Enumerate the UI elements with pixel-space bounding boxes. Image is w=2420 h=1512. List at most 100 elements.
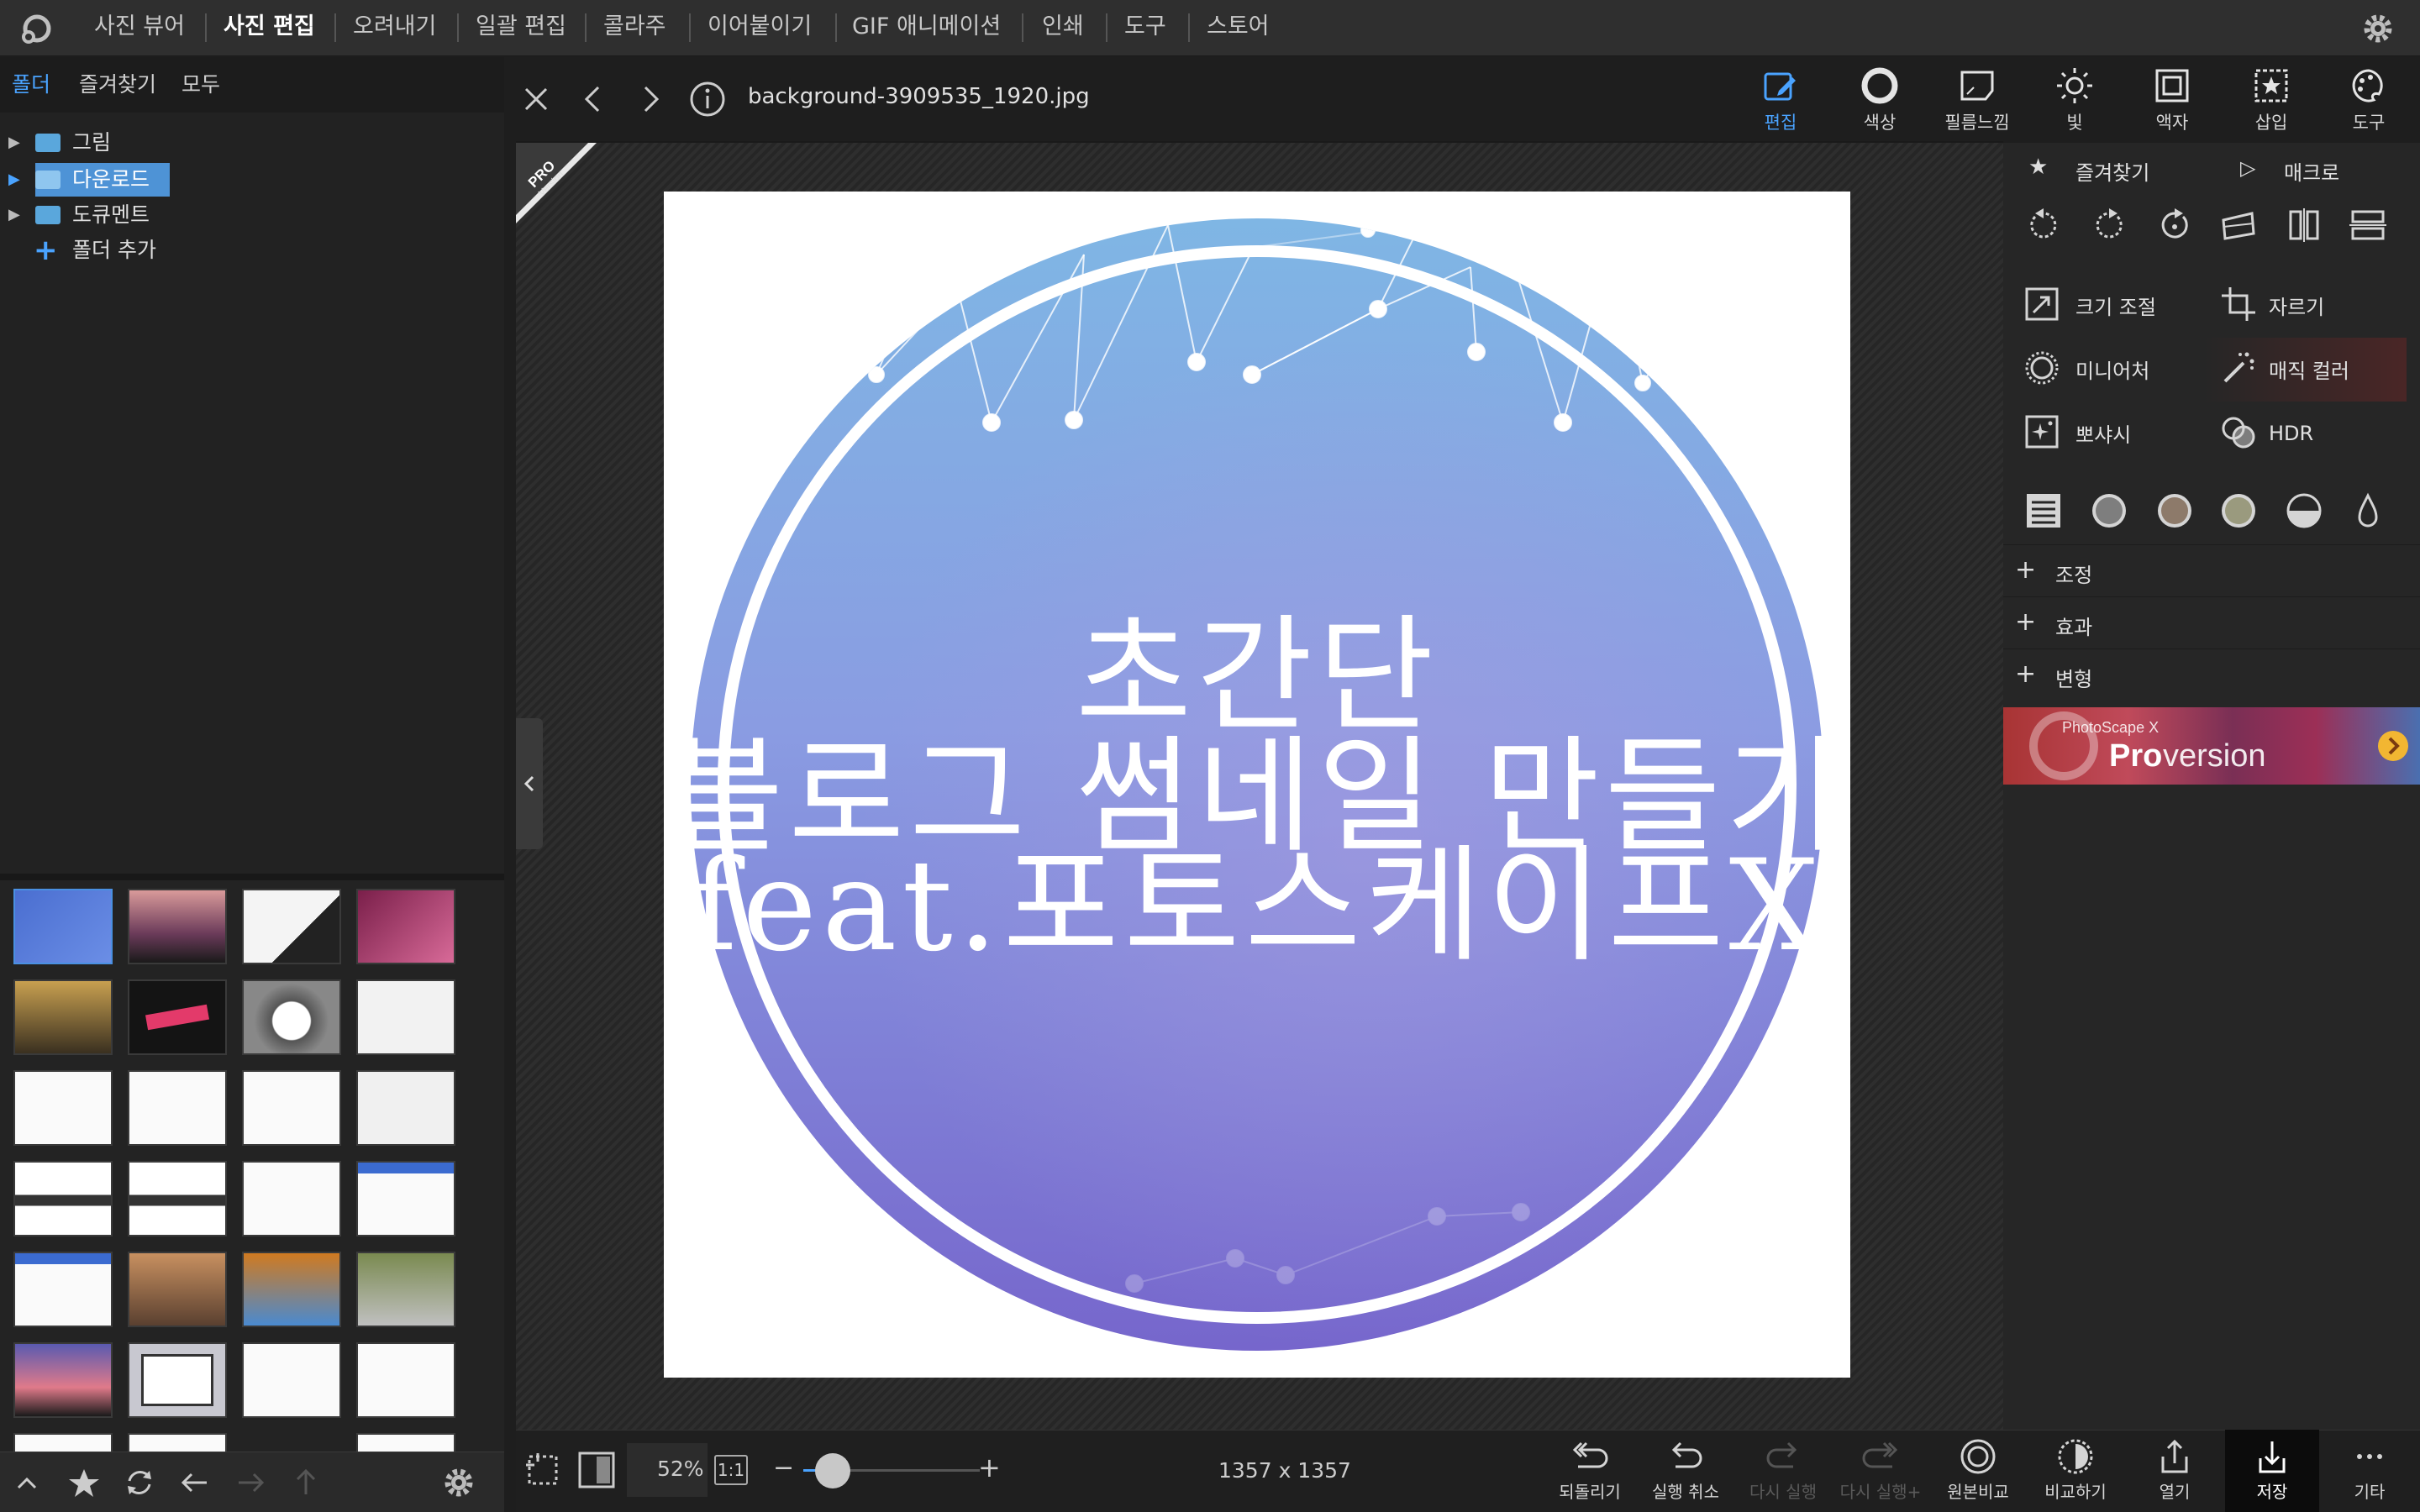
tool-tab-insert[interactable]: 삽입 (2225, 59, 2317, 141)
thumbnail[interactable] (13, 1342, 113, 1418)
info-icon[interactable] (687, 79, 728, 119)
pro-version-banner[interactable]: PhotoScape X Pro version (2003, 707, 2420, 785)
zoom-actual-size-button[interactable]: 1:1 (714, 1455, 748, 1485)
thumbnail[interactable] (242, 979, 341, 1055)
menu-tools[interactable]: 도구 (1124, 0, 1166, 56)
hdr-button[interactable]: HDR (2269, 422, 2313, 445)
folder-tree-item[interactable]: ▶ 도큐멘트 (0, 198, 504, 232)
compare-original-button[interactable]: 원본비교 (1931, 1430, 2025, 1512)
miniature-button[interactable]: 미니어처 (2075, 354, 2149, 384)
add-folder-item[interactable]: + 폴더 추가 (0, 234, 504, 267)
menu-photo-viewer[interactable]: 사진 뷰어 (94, 0, 185, 56)
straighten-icon[interactable] (2218, 205, 2259, 245)
thumbnail[interactable] (242, 1161, 341, 1236)
folder-tree-item[interactable]: ▶ 그림 (0, 126, 504, 160)
filter-warm-icon[interactable] (2218, 491, 2259, 531)
open-button[interactable]: 열기 (2128, 1430, 2222, 1512)
thumbnail[interactable] (128, 1161, 227, 1236)
magic-color-button[interactable]: 매직 컬러 (2269, 354, 2349, 384)
rotate-left-icon[interactable] (2023, 205, 2064, 245)
settings-gear-icon[interactable] (2360, 10, 2396, 47)
thumbnail[interactable] (356, 1252, 455, 1327)
pro-version-badge[interactable]: PRO Version (516, 143, 597, 223)
thumbnail[interactable] (356, 1342, 455, 1418)
zoom-slider-handle[interactable] (815, 1453, 850, 1488)
selection-icon[interactable] (523, 1450, 563, 1490)
section-adjust[interactable]: + 조정 (2003, 544, 2420, 595)
menu-cut-out[interactable]: 오려내기 (353, 0, 436, 56)
tool-tab-frame[interactable]: 액자 (2126, 59, 2218, 141)
next-image-icon[interactable] (630, 79, 671, 119)
rotate-free-icon[interactable] (2154, 205, 2195, 245)
previous-image-icon[interactable] (573, 79, 613, 119)
thumbnail[interactable] (356, 889, 455, 964)
menu-combine[interactable]: 이어붙이기 (708, 0, 812, 56)
gear-icon[interactable] (440, 1464, 477, 1501)
chevron-up-icon[interactable] (8, 1464, 45, 1501)
menu-batch[interactable]: 일괄 편집 (476, 0, 566, 56)
tab-all[interactable]: 모두 (182, 57, 220, 113)
menu-photo-editor[interactable]: 사진 편집 (224, 0, 315, 56)
edited-photo[interactable]: 초간단 블로그 썸네일 만들기 feat.포토스케이프X (664, 192, 1850, 1378)
star-icon[interactable] (66, 1464, 103, 1501)
save-button[interactable]: 저장 (2225, 1430, 2319, 1512)
flip-horizontal-icon[interactable] (2284, 205, 2324, 245)
thumbnail[interactable] (242, 889, 341, 964)
thumbnail[interactable] (13, 1161, 113, 1236)
thumbnail[interactable] (356, 1161, 455, 1236)
photoscape-logo-icon[interactable] (18, 10, 55, 47)
rotate-right-icon[interactable] (2089, 205, 2129, 245)
tab-favorites[interactable]: 즐겨찾기 (79, 57, 156, 113)
thumbnail[interactable] (128, 979, 227, 1055)
menu-print[interactable]: 인쇄 (1042, 0, 1084, 56)
thumbnail[interactable] (13, 1070, 113, 1146)
filter-gray-icon[interactable] (2089, 491, 2129, 531)
tool-tab-film[interactable]: 필름느낌 (1931, 59, 2023, 141)
thumbnail[interactable] (356, 1433, 455, 1452)
more-button[interactable]: 기타 (2323, 1430, 2417, 1512)
thumbnail[interactable] (13, 1433, 113, 1452)
expand-arrow-icon[interactable]: ▶ (8, 126, 20, 160)
folder-tree-item-selected[interactable]: ▶ 다운로드 (0, 163, 504, 197)
expand-arrow-icon[interactable]: ▶ (8, 163, 20, 197)
background-toggle-icon[interactable] (576, 1450, 617, 1490)
thumbnail-selected[interactable] (13, 889, 113, 964)
thumbnail[interactable] (13, 979, 113, 1055)
section-transform[interactable]: + 변형 (2003, 648, 2420, 699)
bloom-button[interactable]: 뽀샤시 (2075, 418, 2131, 448)
thumbnail[interactable] (128, 889, 227, 964)
section-effects[interactable]: + 효과 (2003, 596, 2420, 647)
filter-drop-icon[interactable] (2348, 491, 2388, 531)
panel-divider[interactable] (0, 874, 504, 880)
menu-gif[interactable]: GIF 애니메이션 (852, 0, 1001, 56)
thumbnail[interactable] (242, 1070, 341, 1146)
tab-folders[interactable]: 폴더 (12, 57, 50, 113)
tool-tab-color[interactable]: 색상 (1833, 59, 1926, 141)
undo-button[interactable]: 실행 취소 (1639, 1430, 1733, 1512)
expand-arrow-icon[interactable]: ▶ (8, 198, 20, 232)
tool-tab-light[interactable]: 빛 (2028, 59, 2121, 141)
menu-collage[interactable]: 콜라주 (603, 0, 666, 56)
thumbnail[interactable] (242, 1252, 341, 1327)
filter-half-icon[interactable] (2284, 491, 2324, 531)
refresh-icon[interactable] (121, 1464, 158, 1501)
thumbnail[interactable] (356, 979, 455, 1055)
arrow-left-icon[interactable] (176, 1464, 213, 1501)
thumbnail[interactable] (242, 1342, 341, 1418)
tool-tab-tools[interactable]: 도구 (2323, 59, 2415, 141)
filter-list-icon[interactable] (2023, 491, 2064, 531)
compare-button[interactable]: 비교하기 (2028, 1430, 2123, 1512)
close-icon[interactable] (516, 79, 556, 119)
menu-store[interactable]: 스토어 (1207, 0, 1270, 56)
thumbnail[interactable] (128, 1252, 227, 1327)
favorites-button[interactable]: 즐겨찾기 (2075, 156, 2149, 186)
revert-button[interactable]: 되돌리기 (1543, 1430, 1637, 1512)
flip-vertical-icon[interactable] (2348, 205, 2388, 245)
zoom-in-icon[interactable]: + (978, 1452, 1001, 1483)
zoom-out-icon[interactable]: − (773, 1453, 794, 1483)
thumbnail[interactable] (128, 1070, 227, 1146)
macro-button[interactable]: 매크로 (2284, 156, 2339, 186)
thumbnail[interactable] (128, 1342, 227, 1418)
thumbnail[interactable] (13, 1252, 113, 1327)
crop-button[interactable]: 자르기 (2269, 291, 2324, 320)
